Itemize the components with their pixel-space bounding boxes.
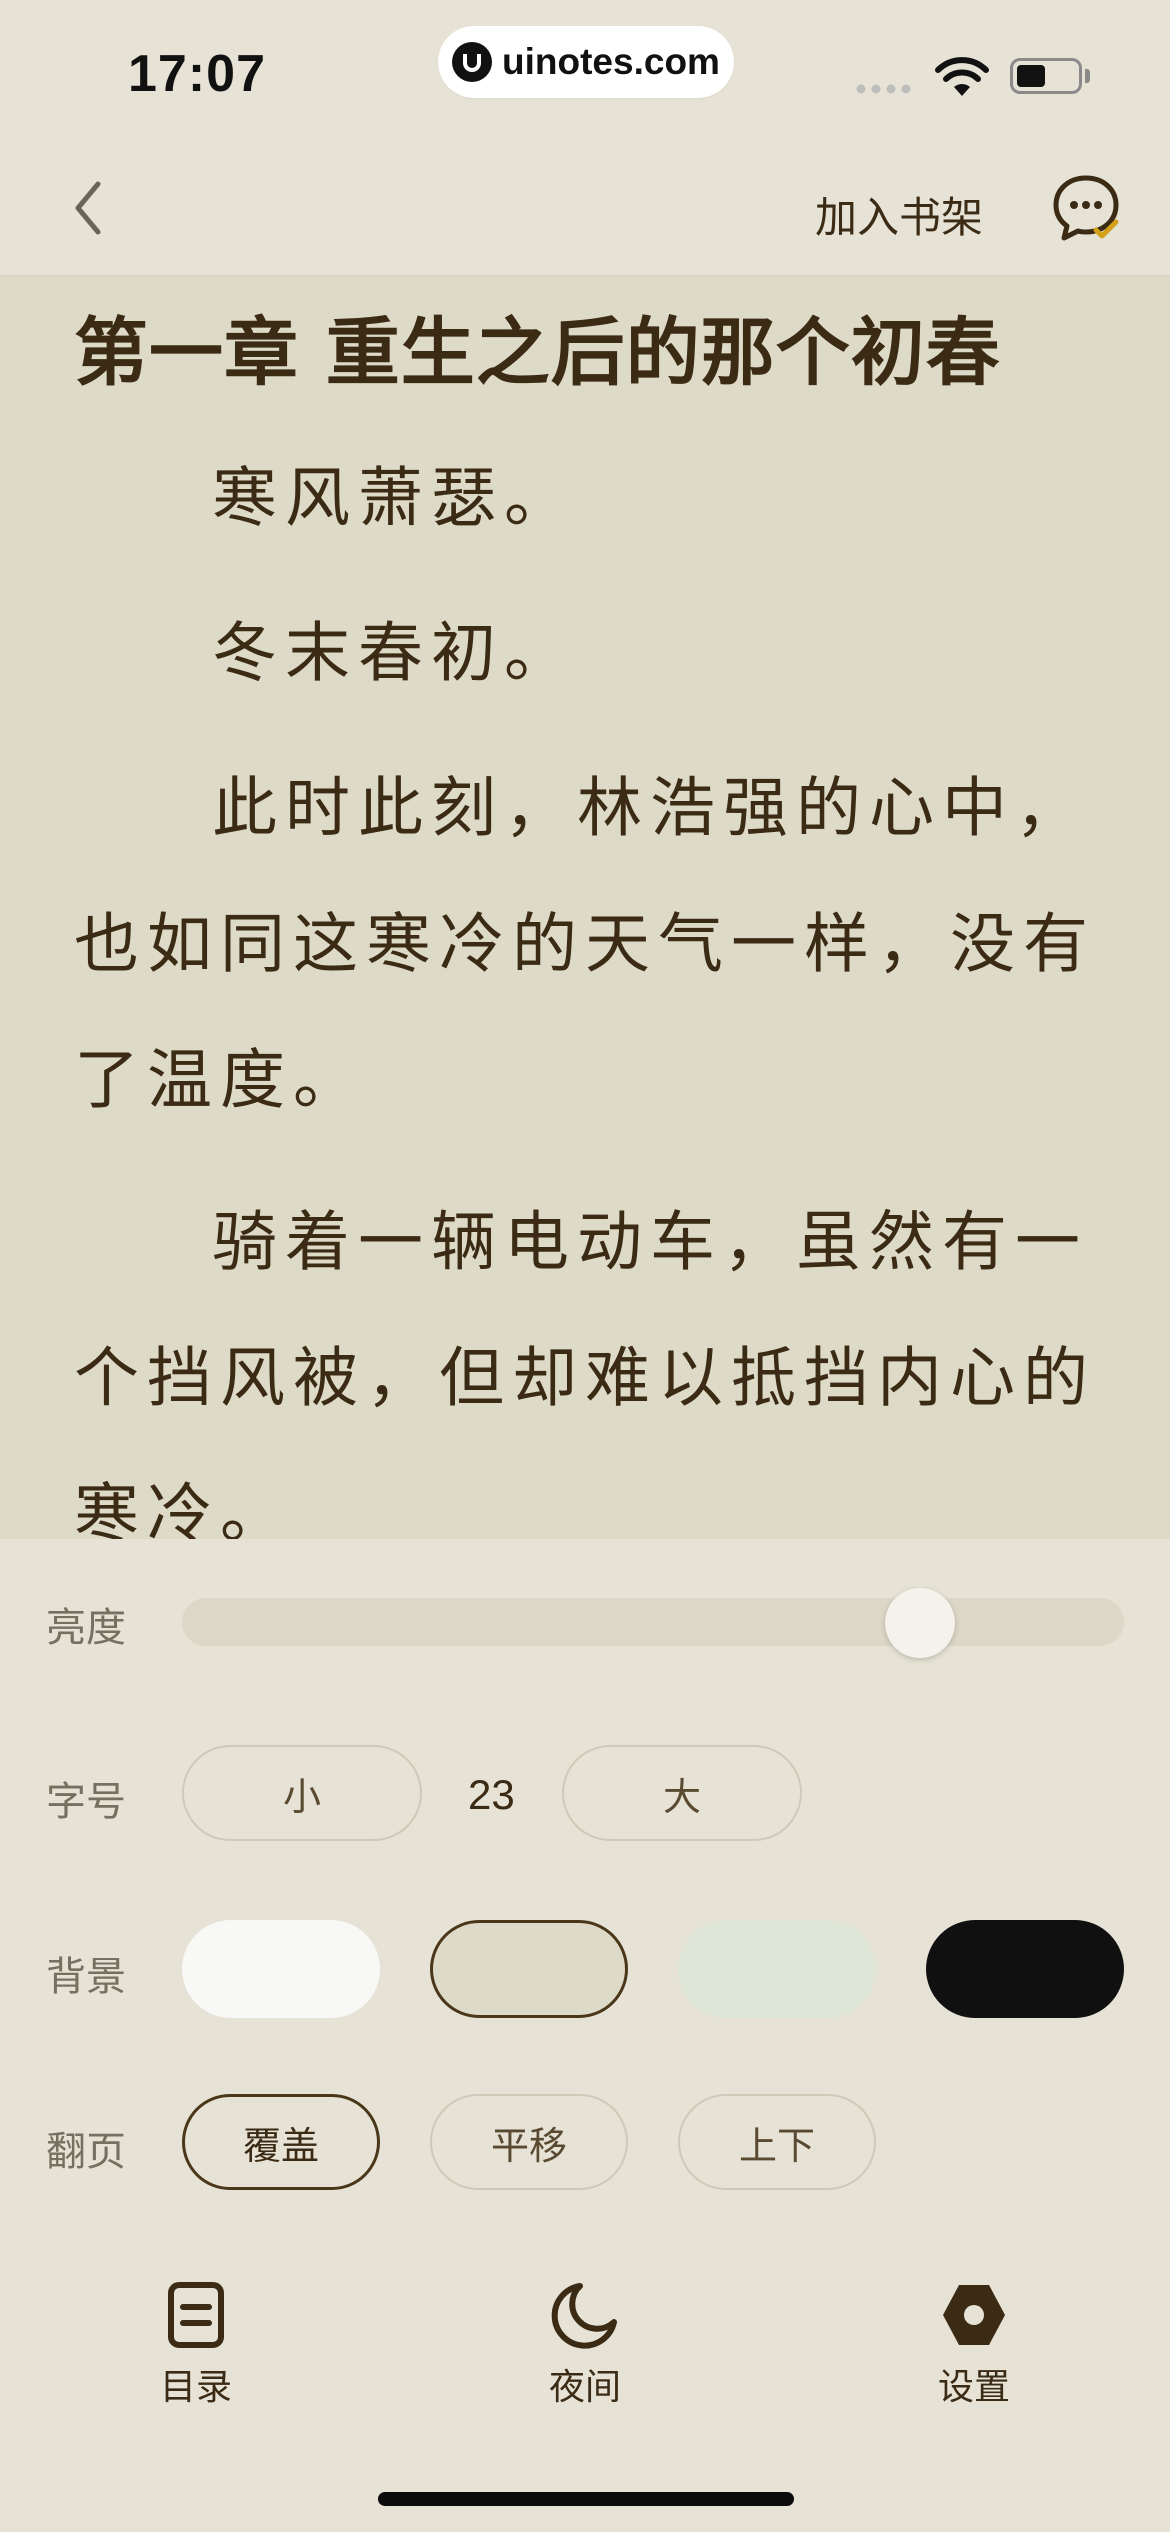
watermark-text: uinotes.com [502,41,720,82]
background-black-swatch[interactable] [926,1920,1124,2018]
background-label: 背景 [46,1954,126,2000]
back-chevron-icon[interactable] [66,178,114,238]
brightness-slider-thumb[interactable] [885,1588,955,1658]
background-green-swatch[interactable] [678,1920,876,2018]
gear-hexagon-icon [943,2285,1005,2345]
tab-night-mode[interactable]: 夜间 [505,2280,665,2410]
paragraph: 寒风萧瑟。 [212,461,578,536]
battery-icon [1010,58,1082,94]
font-smaller-button[interactable]: 小 [182,1745,422,1841]
background-white-swatch[interactable] [182,1920,380,2018]
page-turn-slide-button[interactable]: 平移 [430,2094,628,2190]
battery-tip [1085,69,1090,83]
font-size-label: 字号 [46,1779,126,1825]
tab-toc[interactable]: 目录 [116,2280,276,2410]
font-size-value: 23 [468,1771,515,1818]
status-time: 17:07 [128,45,266,103]
paragraph: 冬末春初。 [212,616,578,691]
page-turn-label: 翻页 [46,2129,126,2175]
moon-icon [551,2283,617,2349]
page-turn-vertical-button[interactable]: 上下 [678,2094,876,2190]
comment-bubble-icon[interactable] [1050,172,1122,244]
brightness-slider[interactable] [182,1588,1124,1658]
add-to-shelf-button[interactable]: 加入书架 [815,184,983,245]
wifi-icon [935,57,989,96]
watermark-badge: uinotes.com [438,26,734,98]
paragraph: 此时此刻，林浩强的心中，也如同这寒冷的天气一样，没有了温度。 [74,771,1097,1118]
brightness-label: 亮度 [46,1605,126,1651]
reading-area[interactable]: 第一章 重生之后的那个初春 寒风萧瑟。 冬末春初。 此时此刻，林浩强的心中，也如… [0,277,1170,1539]
home-indicator [378,2492,794,2506]
paragraph: 骑着一辆电动车，虽然有一个挡风被，但却难以抵挡内心的寒冷。 [74,1205,1097,1539]
signal-icon [856,84,911,94]
watermark-logo-icon [452,42,493,82]
chapter-title: 第一章 重生之后的那个初春 [74,310,1001,396]
tab-settings-label: 设置 [937,2367,1010,2408]
tab-toc-label: 目录 [159,2367,232,2408]
page-turn-cover-button[interactable]: 覆盖 [182,2094,380,2190]
tab-settings[interactable]: 设置 [894,2280,1054,2410]
font-larger-button[interactable]: 大 [562,1745,802,1841]
background-beige-swatch[interactable] [430,1920,628,2018]
tab-night-label: 夜间 [548,2367,621,2408]
table-of-contents-icon [168,2282,224,2348]
